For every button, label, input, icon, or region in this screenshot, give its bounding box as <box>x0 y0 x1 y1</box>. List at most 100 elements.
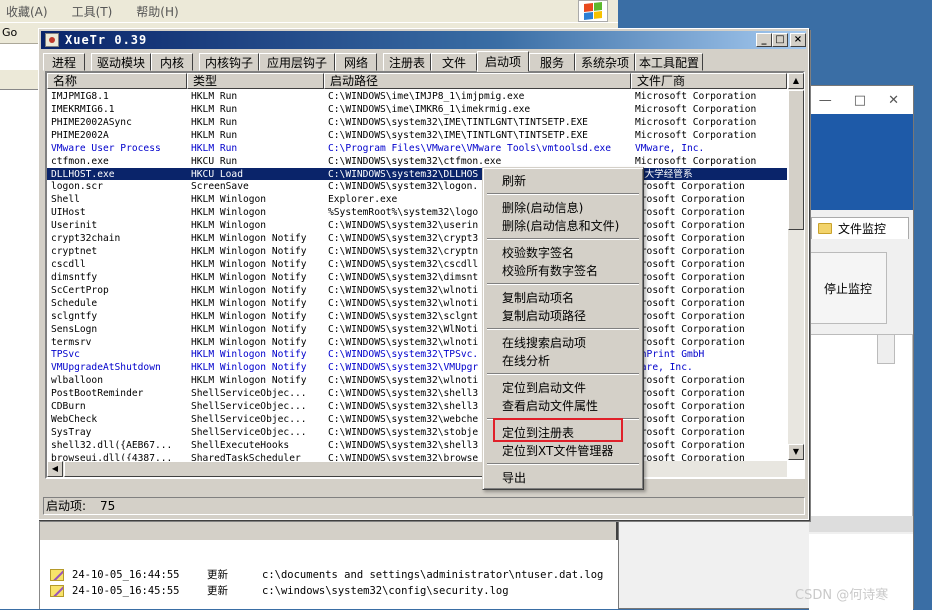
vertical-scrollbar[interactable]: ▲ ▼ <box>788 73 804 460</box>
cell-name: Userinit <box>51 220 98 232</box>
horizontal-scrollbar[interactable]: ◀ <box>47 461 787 477</box>
menu-help[interactable]: 帮助(H) <box>136 3 178 20</box>
table-row[interactable]: Schedule HKLM Winlogon Notify C:\WINDOWS\s… <box>47 297 787 310</box>
close-icon[interactable]: ✕ <box>888 93 899 108</box>
table-row[interactable]: IMEKRMIG6.1 HKLM Run C:\WINDOWS\ime\IMKR6_… <box>47 103 787 116</box>
scroll-thumb[interactable] <box>788 90 804 230</box>
menu-item-export[interactable]: 导出 <box>486 469 640 487</box>
cell-vendor: Microsoft Corporation <box>635 155 757 167</box>
column-path[interactable]: 启动路径 <box>324 73 631 89</box>
cell-vendor: crosoft Corporation <box>635 271 745 283</box>
cell-type: HKLM Winlogon Notify <box>191 349 307 361</box>
cell-type: HKLM Winlogon Notify <box>191 310 307 322</box>
tab-driver-modules[interactable]: 驱动模块 <box>91 53 151 71</box>
tab-kernel[interactable]: 内核 <box>151 53 193 71</box>
table-row[interactable]: VMUpgradeAtShutdown HKLM Winlogon Notify C… <box>47 361 787 374</box>
table-row[interactable]: SensLogn HKLM Winlogon Notify C:\WINDOWS\s… <box>47 323 787 336</box>
table-row[interactable]: TPSvc HKLM Winlogon Notify C:\WINDOWS\syst… <box>47 348 787 361</box>
menu-item-copy-name[interactable]: 复制启动项名 <box>486 289 640 307</box>
cell-name: SysTray <box>51 426 92 438</box>
minimize-icon[interactable]: _ <box>756 33 772 47</box>
table-row[interactable]: Userinit HKLM Winlogon C:\WINDOWS\system32… <box>47 219 787 232</box>
cell-name: ScCertProp <box>51 284 109 296</box>
cell-type: HKLM Winlogon Notify <box>191 336 307 348</box>
tab-config[interactable]: 本工具配置 <box>635 53 703 71</box>
menu-item-refresh[interactable]: 刷新 <box>486 172 640 190</box>
table-row[interactable]: CDBurn ShellServiceObjec... C:\WINDOWS\sys… <box>47 400 787 413</box>
table-row[interactable]: PostBootReminder ShellServiceObjec... C:\W… <box>47 387 787 400</box>
menu-item-locate-xt-file-manager[interactable]: 定位到XT文件管理器 <box>486 442 640 460</box>
menu-item-verify-signature[interactable]: 校验数字签名 <box>486 244 640 262</box>
maximize-icon[interactable]: □ <box>772 33 788 47</box>
log-row[interactable]: 24-10-05_16:44:55 更新 c:\documents and se… <box>50 566 603 583</box>
cell-type: HKCU Run <box>191 155 238 167</box>
go-label[interactable]: Go <box>2 26 17 39</box>
tab-network[interactable]: 网络 <box>335 53 377 71</box>
tab-app-hooks[interactable]: 应用层钩子 <box>259 53 335 71</box>
cell-vendor: crosoft Corporation <box>635 258 745 270</box>
cell-name: Schedule <box>51 297 98 309</box>
table-row[interactable]: wlballoon HKLM Winlogon Notify C:\WINDOWS\… <box>47 374 787 387</box>
tab-misc[interactable]: 系统杂项 <box>575 53 635 71</box>
tab-startup[interactable]: 启动项 <box>477 51 529 72</box>
tab-registry[interactable]: 注册表 <box>383 53 431 71</box>
menu-item-locate-file[interactable]: 定位到启动文件 <box>486 379 640 397</box>
file-monitor-banner <box>809 114 913 210</box>
table-row[interactable]: Shell HKLM Winlogon Explorer.exe crosoft Co… <box>47 193 787 206</box>
cell-vendor: crosoft Corporation <box>635 439 745 451</box>
tab-services[interactable]: 服务 <box>529 53 575 71</box>
menu-tools[interactable]: 工具(T) <box>72 3 113 20</box>
log-row[interactable]: 24-10-05_16:45:55 更新 c:\windows\system32… <box>50 582 509 599</box>
cell-name: UIHost <box>51 207 86 219</box>
table-row[interactable]: ctfmon.exe HKCU Run C:\WINDOWS\system32\ct… <box>47 155 787 168</box>
maximize-icon[interactable]: □ <box>854 93 866 108</box>
table-row[interactable]: sclgntfy HKLM Winlogon Notify C:\WINDOWS\s… <box>47 310 787 323</box>
scroll-left-icon[interactable]: ◀ <box>47 461 63 477</box>
column-name[interactable]: 名称 <box>47 73 187 89</box>
table-row[interactable]: shell32.dll({AEB67... ShellExecuteHooks C:… <box>47 439 787 452</box>
table-row[interactable]: cscdll HKLM Winlogon Notify C:\WINDOWS\sys… <box>47 258 787 271</box>
table-row[interactable]: ScCertProp HKLM Winlogon Notify C:\WINDOWS… <box>47 284 787 297</box>
scroll-down-icon[interactable]: ▼ <box>788 444 804 460</box>
cell-name: IMJPMIG8.1 <box>51 91 109 102</box>
table-row[interactable]: VMware User Process HKLM Run C:\Program Fi… <box>47 142 787 155</box>
menu-item-delete-info[interactable]: 删除(启动信息) <box>486 199 640 217</box>
table-row[interactable]: logon.scr ScreenSave C:\WINDOWS\system32\l… <box>47 180 787 193</box>
table-row[interactable]: UIHost HKLM Winlogon %SystemRoot%\system32… <box>47 206 787 219</box>
tab-kernel-hooks[interactable]: 内核钩子 <box>199 53 259 71</box>
tab-file-monitor[interactable]: 文件监控 <box>811 217 909 239</box>
tab-bar: 进程 驱动模块 内核 内核钩子 应用层钩子 网络 注册表 文件 启动项 服务 系… <box>43 51 808 72</box>
tab-process[interactable]: 进程 <box>43 53 85 71</box>
minimize-icon[interactable]: — <box>819 93 832 108</box>
table-row[interactable]: IMJPMIG8.1 HKLM Run C:\WINDOWS\ime\IMJP8_1… <box>47 90 787 103</box>
menu-item-copy-path[interactable]: 复制启动项路径 <box>486 307 640 325</box>
menu-item-search-online[interactable]: 在线搜索启动项 <box>486 334 640 352</box>
table-row[interactable]: WebCheck ShellServiceObjec... C:\WINDOWS\s… <box>47 413 787 426</box>
table-row-selected[interactable]: DLLHOST.exe HKCU Load C:\WINDOWS\system32\… <box>47 167 787 181</box>
cell-type: HKLM Winlogon <box>191 194 267 206</box>
cell-vendor: Microsoft Corporation <box>635 91 757 102</box>
table-row[interactable]: termsrv HKLM Winlogon Notify C:\WINDOWS\sy… <box>47 336 787 349</box>
file-monitor-grid <box>809 334 913 524</box>
table-row[interactable]: cryptnet HKLM Winlogon Notify C:\WINDOWS\s… <box>47 245 787 258</box>
table-row[interactable]: PHIME2002ASync HKLM Run C:\WINDOWS\system3… <box>47 116 787 129</box>
table-row[interactable]: crypt32chain HKLM Winlogon Notify C:\WINDO… <box>47 232 787 245</box>
menu-item-delete-info-file[interactable]: 删除(启动信息和文件) <box>486 217 640 235</box>
close-icon[interactable]: × <box>790 33 806 47</box>
stop-monitor-button[interactable]: 停止监控 <box>809 252 887 324</box>
menu-item-verify-all-signatures[interactable]: 校验所有数字签名 <box>486 262 640 280</box>
column-vendor[interactable]: 文件厂商 <box>631 73 787 89</box>
pencil-icon <box>50 584 64 597</box>
menu-item-analyze-online[interactable]: 在线分析 <box>486 352 640 370</box>
scroll-up-icon[interactable]: ▲ <box>788 73 804 89</box>
xuetr-titlebar[interactable]: XueTr 0.39 _ □ × <box>41 31 806 49</box>
menu-item-file-properties[interactable]: 查看启动文件属性 <box>486 397 640 415</box>
table-row[interactable]: SysTray ShellServiceObjec... C:\WINDOWS\sy… <box>47 426 787 439</box>
table-row[interactable]: PHIME2002A HKLM Run C:\WINDOWS\system32\IM… <box>47 129 787 142</box>
table-row[interactable]: dimsntfy HKLM Winlogon Notify C:\WINDOWS\s… <box>47 271 787 284</box>
cell-name: logon.scr <box>51 181 103 193</box>
column-type[interactable]: 类型 <box>187 73 324 89</box>
menu-favorites[interactable]: 收藏(A) <box>6 3 48 20</box>
file-monitor-scrollbar[interactable] <box>877 334 895 364</box>
tab-file[interactable]: 文件 <box>431 53 477 71</box>
